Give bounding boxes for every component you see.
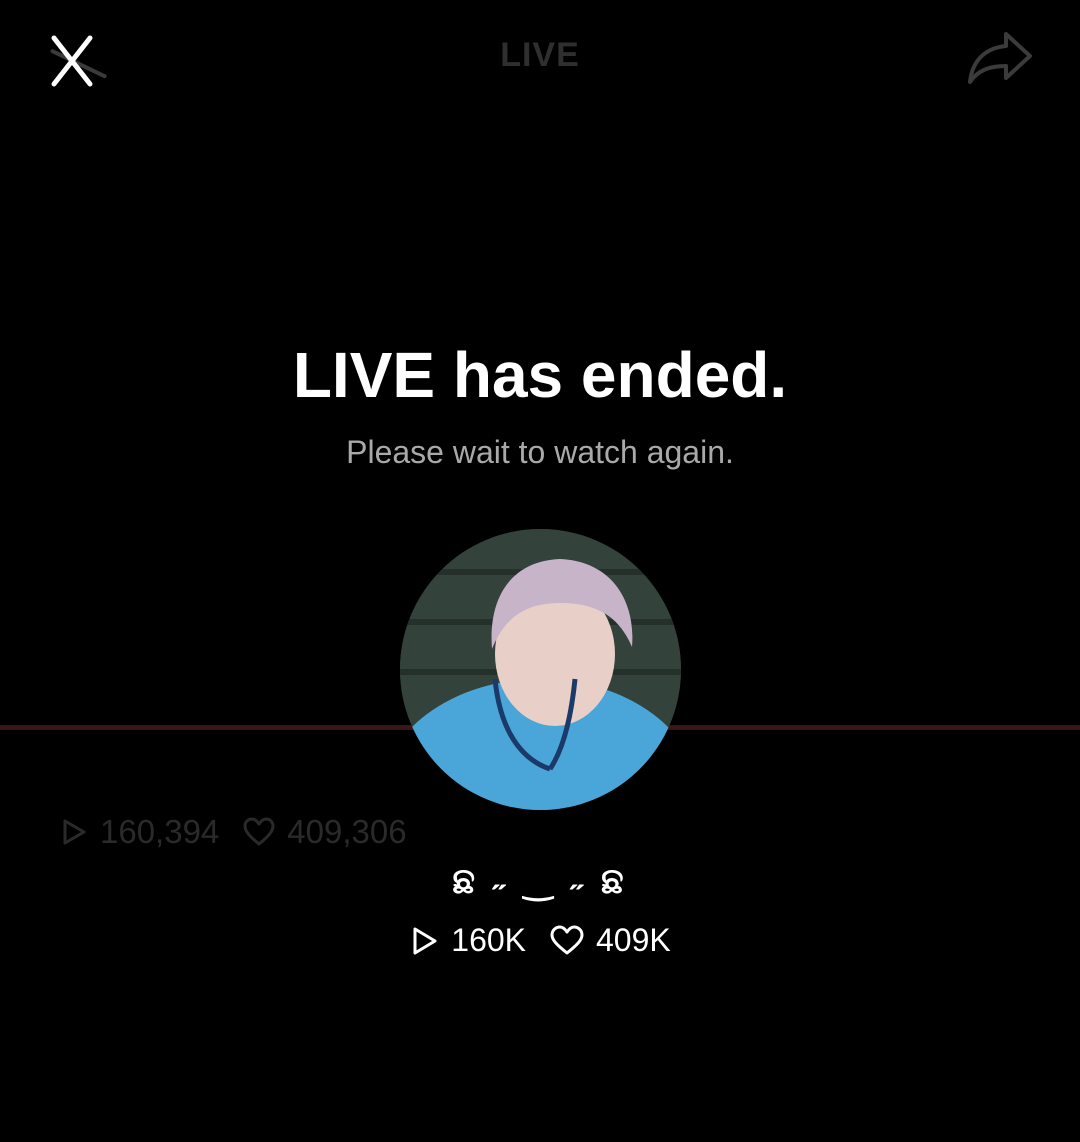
play-icon bbox=[63, 819, 86, 845]
profile-stats: 160K 409K bbox=[0, 922, 1080, 959]
username: ଛ ˶ ‿ ˶ ଛ bbox=[452, 860, 628, 901]
live-ended-subtitle: Please wait to watch again. bbox=[346, 434, 734, 470]
likes-stat: 409K bbox=[550, 922, 671, 959]
background-plays: 160,394 bbox=[60, 813, 219, 851]
background-plays-count: 160,394 bbox=[100, 813, 220, 850]
top-bar: LIVE bbox=[0, 0, 1080, 120]
live-ended-title: LIVE has ended. bbox=[292, 339, 788, 411]
background-likes-count: 409,306 bbox=[287, 813, 407, 850]
plays-stat: 160K bbox=[409, 922, 526, 959]
heart-icon bbox=[243, 817, 275, 846]
background-likes: 409,306 bbox=[243, 813, 407, 851]
heart-icon bbox=[550, 925, 584, 954]
share-icon bbox=[968, 32, 1032, 84]
avatar[interactable] bbox=[400, 529, 681, 810]
share-button[interactable] bbox=[966, 26, 1036, 90]
background-stats: 160,394 409,306 bbox=[60, 812, 407, 852]
page-title: LIVE bbox=[500, 36, 580, 74]
plays-count: 160K bbox=[451, 922, 526, 958]
avatar-image bbox=[400, 529, 681, 810]
play-icon bbox=[413, 927, 437, 954]
likes-count: 409K bbox=[596, 922, 671, 958]
